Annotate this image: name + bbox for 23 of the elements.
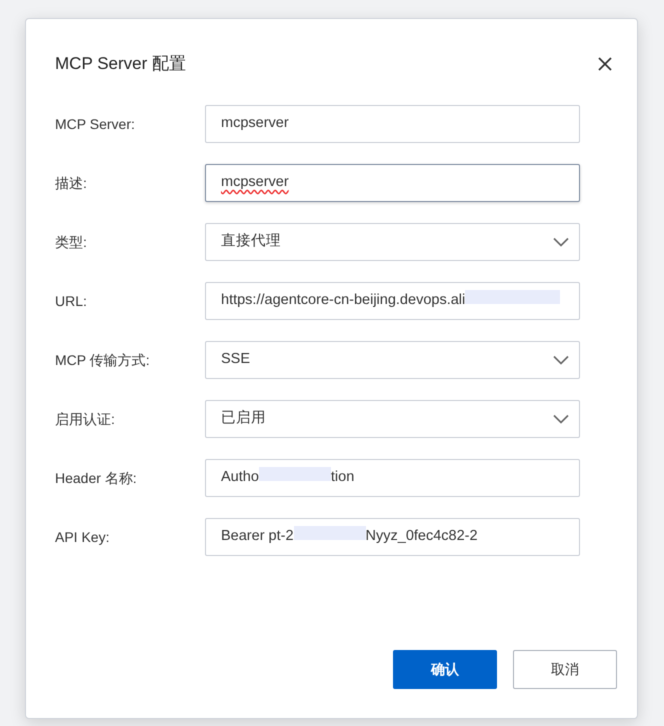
chevron-down-icon: [553, 355, 569, 365]
field-label: URL:: [55, 292, 88, 310]
select-field[interactable]: 直接代理: [205, 223, 580, 261]
field-label: 类型:: [55, 232, 88, 252]
confirm-button[interactable]: 确认: [393, 650, 497, 689]
chevron-down-icon: [553, 237, 569, 247]
input-field[interactable]: mcpserver: [205, 105, 580, 143]
dialog-title: MCP Server 配置: [55, 53, 186, 76]
field-label: 启用认证:: [55, 410, 116, 428]
chevron-down-icon: [553, 414, 569, 424]
close-icon: [597, 56, 613, 72]
input-field[interactable]: mcpserver: [205, 164, 580, 202]
field-label: Header 名称:: [55, 468, 138, 488]
input-field[interactable]: https://agentcore-cn-beijing.devops.ali: [205, 282, 580, 320]
select-field[interactable]: 已启用: [205, 400, 580, 438]
input-field[interactable]: Bearer pt-2 Nyyz_0fec4c82-2: [205, 518, 580, 556]
field-label: API Key:: [55, 528, 110, 547]
select-field[interactable]: SSE: [205, 341, 580, 379]
input-field[interactable]: Autho tion: [205, 459, 580, 497]
field-label: 描述:: [55, 174, 88, 192]
cancel-button[interactable]: 取消: [513, 650, 617, 689]
field-label: MCP Server:: [55, 114, 136, 134]
field-label: MCP 传输方式:: [55, 350, 151, 370]
